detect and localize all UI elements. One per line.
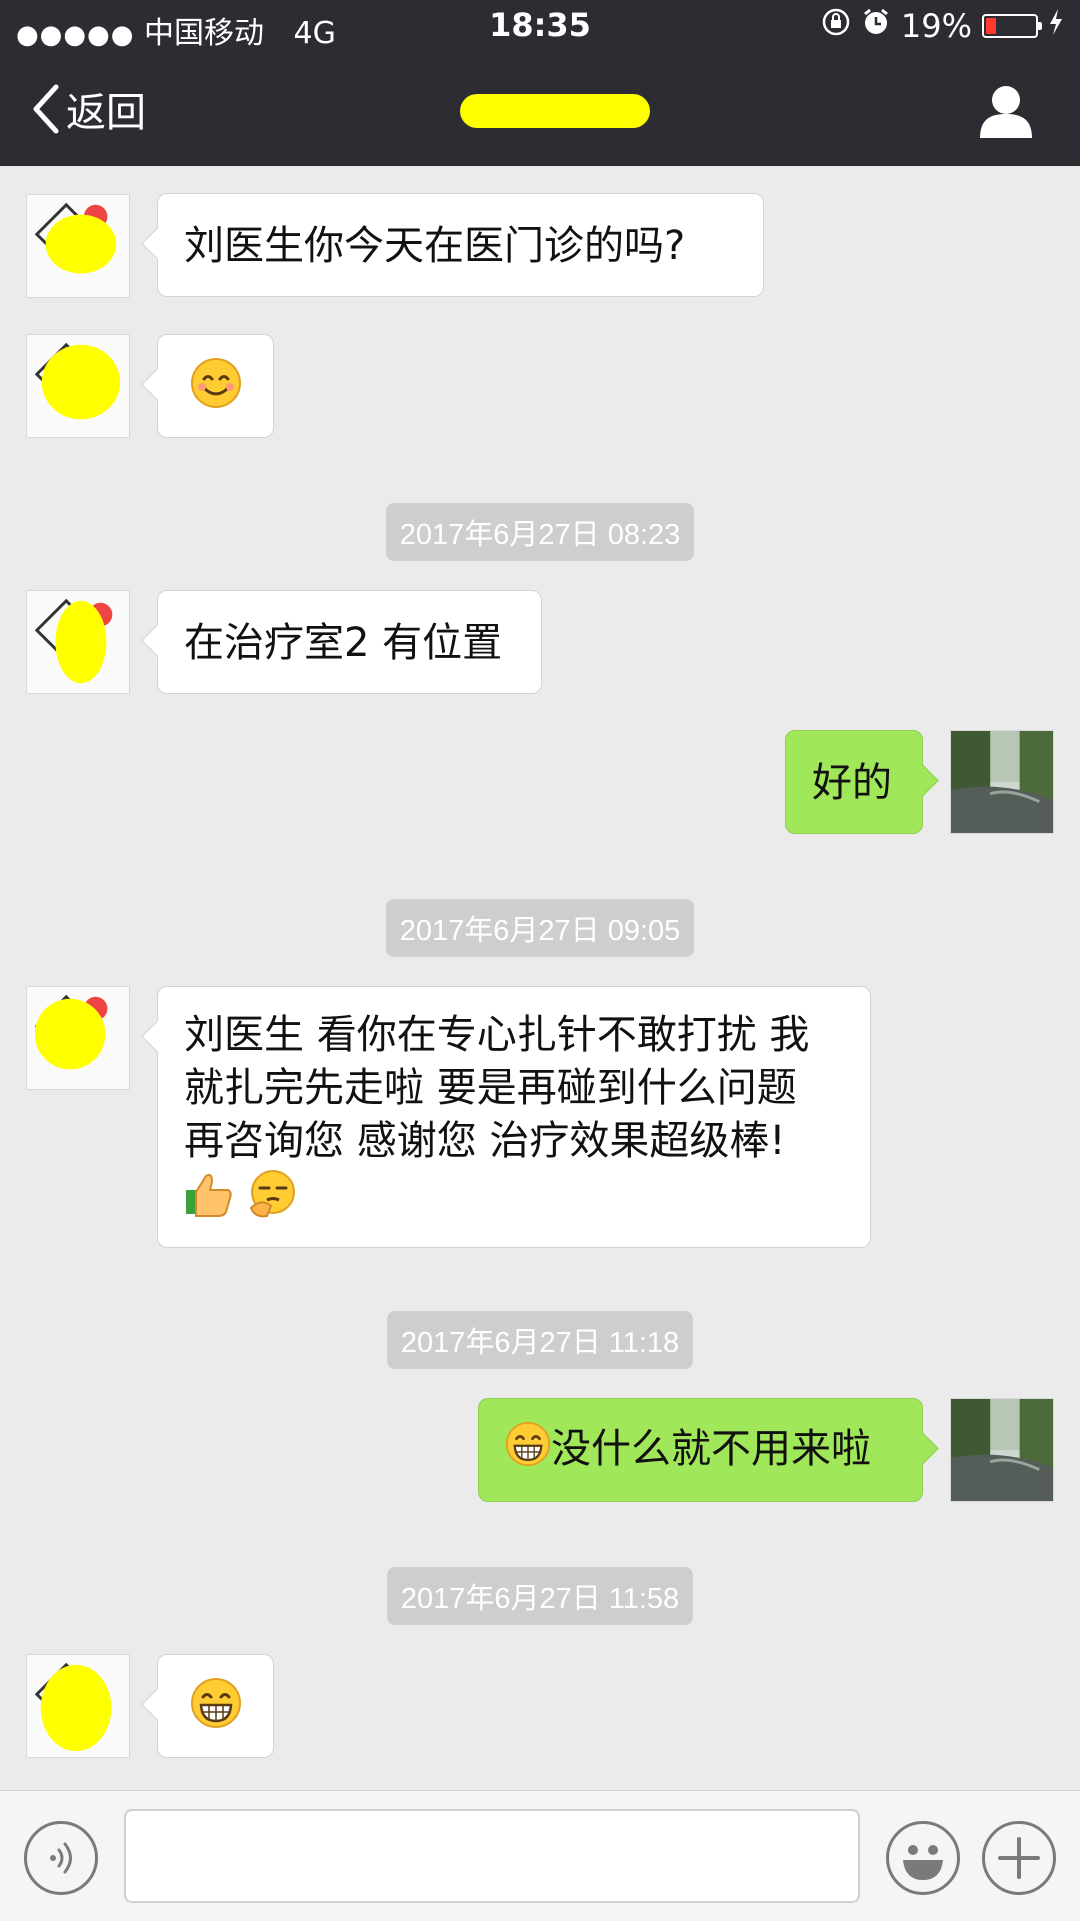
message-bubble-received[interactable]: 刘医生 看你在专心扎针不敢打扰 我 就扎完先走啦 要是再碰到什么问题 再咨询您 … (157, 986, 871, 1248)
message-bubble-received[interactable]: 在治疗室2 有位置 (157, 590, 542, 694)
grin-emoji (190, 1677, 242, 1743)
voice-icon (50, 1842, 72, 1874)
profile-button[interactable] (978, 84, 1034, 138)
emoji-icon (903, 1845, 943, 1880)
timestamp-label: 2017年6月27日 11:58 (386, 1567, 694, 1625)
alarm-icon (861, 7, 891, 45)
thinking-emoji (247, 1168, 297, 1232)
message-bubble-received[interactable] (157, 1654, 274, 1758)
timestamp-label: 2017年6月27日 09:05 (385, 899, 695, 957)
person-icon (980, 86, 1032, 138)
more-button[interactable] (982, 1821, 1056, 1895)
contact-avatar[interactable] (26, 590, 130, 694)
smile-emoji (190, 357, 242, 423)
contact-avatar[interactable] (26, 1654, 130, 1758)
message-bubble-sent[interactable]: 好的 (785, 730, 923, 834)
grin-emoji (505, 1421, 551, 1481)
message-bubble-received[interactable] (157, 334, 274, 438)
message-text: 刘医生你今天在医门诊的吗? (184, 223, 686, 269)
message-bubble-sent[interactable]: 没什么就不用来啦 (478, 1398, 923, 1502)
status-right: 19% (821, 6, 1064, 46)
battery-percent: 19% (900, 7, 972, 45)
top-bar: ●●●●● 中国移动 4G 18:35 19% 返回 (0, 0, 1080, 166)
input-bar (0, 1790, 1080, 1921)
my-avatar[interactable] (950, 730, 1054, 834)
timestamp: 2017年6月27日 11:18 (0, 1311, 1080, 1369)
chat-title-redacted (460, 94, 650, 128)
chevron-left-icon (33, 84, 59, 134)
message-input[interactable] (124, 1809, 860, 1903)
emoji-button[interactable] (886, 1821, 960, 1895)
contact-avatar[interactable] (26, 334, 130, 438)
timestamp: 2017年6月27日 08:23 (0, 503, 1080, 561)
message-text: 没什么就不用来啦 (551, 1426, 871, 1472)
timestamp-label: 2017年6月27日 08:23 (385, 503, 695, 561)
message-text: 好的 (812, 760, 892, 806)
timestamp-label: 2017年6月27日 11:18 (386, 1311, 694, 1369)
status-bar: ●●●●● 中国移动 4G 18:35 19% (0, 0, 1080, 54)
thumbs-up-emoji (184, 1168, 234, 1232)
back-button[interactable]: 返回 (30, 80, 146, 138)
plus-icon (998, 1837, 1040, 1879)
battery-icon (982, 14, 1042, 38)
timestamp: 2017年6月27日 11:58 (0, 1567, 1080, 1625)
message-text-line: 刘医生 看你在专心扎针不敢打扰 我 (184, 1012, 810, 1058)
message-list[interactable]: 刘医生你今天在医门诊的吗? 2017年6月27日 08:23 在治疗室2 有位置… (0, 166, 1080, 1790)
message-text-line: 就扎完先走啦 要是再碰到什么问题 (184, 1065, 797, 1111)
contact-avatar[interactable] (26, 986, 130, 1090)
message-bubble-received[interactable]: 刘医生你今天在医门诊的吗? (157, 193, 764, 297)
contact-avatar[interactable] (26, 194, 130, 298)
timestamp: 2017年6月27日 09:05 (0, 899, 1080, 957)
back-label: 返回 (66, 90, 146, 136)
message-text-line: 再咨询您 感谢您 治疗效果超级棒! (184, 1118, 786, 1164)
my-avatar[interactable] (950, 1398, 1054, 1502)
message-text: 在治疗室2 有位置 (184, 620, 503, 666)
charging-icon (1048, 7, 1064, 45)
nav-bar: 返回 (0, 54, 1080, 166)
rotation-lock-icon (821, 7, 851, 45)
voice-button[interactable] (24, 1821, 98, 1895)
